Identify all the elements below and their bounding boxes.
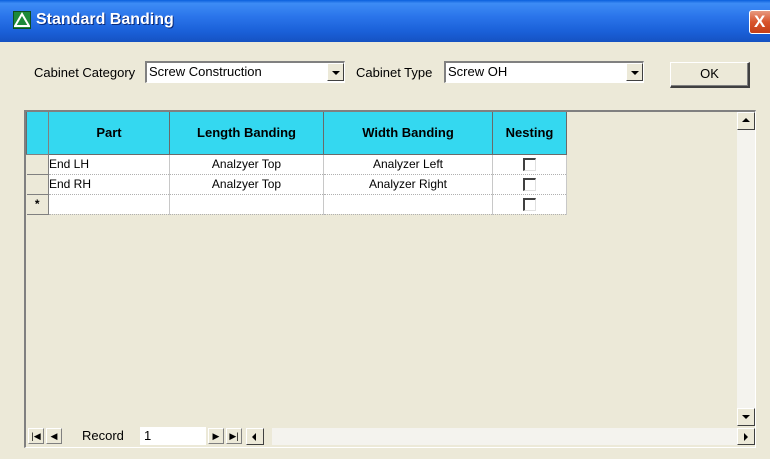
record-number-field[interactable]: 1	[140, 427, 206, 445]
cabinet-type-value: Screw OH	[448, 64, 508, 79]
record-selector[interactable]	[26, 174, 49, 195]
scroll-left-icon[interactable]	[246, 428, 264, 445]
cabinet-category-combo[interactable]: Screw Construction	[145, 61, 345, 83]
scroll-up-icon[interactable]	[737, 112, 755, 130]
cabinet-category-label: Cabinet Category	[34, 65, 136, 80]
length-banding-cell[interactable]	[169, 194, 324, 215]
width-banding-cell[interactable]: Analyzer Right	[323, 174, 493, 195]
record-navigation-bar: |◀ ◀ Record 1 ▶ ▶|	[26, 426, 755, 447]
nesting-cell	[492, 154, 567, 175]
column-header-nesting[interactable]: Nesting	[492, 112, 567, 155]
table-row[interactable]: End RH Analzyer Top Analyzer Right	[26, 174, 567, 195]
cabinet-type-label: Cabinet Type	[356, 65, 433, 80]
new-record-icon: *	[26, 194, 49, 215]
width-banding-cell[interactable]	[323, 194, 493, 215]
next-record-icon[interactable]: ▶	[208, 428, 224, 444]
cabinet-type-combo[interactable]: Screw OH	[444, 61, 644, 83]
chevron-down-icon[interactable]	[327, 63, 344, 81]
record-selector-header	[26, 112, 49, 155]
horizontal-scrollbar[interactable]	[246, 428, 755, 445]
ok-button[interactable]: OK	[670, 62, 750, 88]
column-header-width-banding[interactable]: Width Banding	[323, 112, 493, 155]
nesting-checkbox[interactable]	[523, 158, 536, 172]
last-record-icon[interactable]: ▶|	[226, 428, 242, 444]
table-row[interactable]: End LH Analzyer Top Analyzer Left	[26, 154, 567, 175]
banding-datasheet: Part Length Banding Width Banding Nestin…	[24, 110, 756, 448]
new-record-row[interactable]: *	[26, 194, 567, 215]
column-header-length-banding[interactable]: Length Banding	[169, 112, 324, 155]
part-cell[interactable]: End RH	[48, 174, 170, 195]
close-button[interactable]: X	[749, 10, 770, 34]
previous-record-icon[interactable]: ◀	[46, 428, 62, 444]
length-banding-cell[interactable]: Analzyer Top	[169, 154, 324, 175]
width-banding-cell[interactable]: Analyzer Left	[323, 154, 493, 175]
cabinet-category-value: Screw Construction	[149, 64, 262, 79]
first-record-icon[interactable]: |◀	[28, 428, 44, 444]
app-triangle-icon	[13, 11, 31, 29]
nesting-checkbox[interactable]	[523, 178, 536, 192]
record-selector[interactable]	[26, 154, 49, 175]
nesting-cell	[492, 194, 567, 215]
chevron-down-icon[interactable]	[626, 63, 643, 81]
part-cell[interactable]: End LH	[48, 154, 170, 175]
part-cell[interactable]	[48, 194, 170, 215]
vertical-scrollbar[interactable]	[737, 112, 755, 426]
close-icon: X	[754, 12, 766, 31]
banding-table: Part Length Banding Width Banding Nestin…	[26, 112, 567, 215]
title-bar: Standard Banding X	[0, 0, 770, 42]
record-label: Record	[82, 428, 124, 443]
scroll-down-icon[interactable]	[737, 408, 755, 426]
column-header-part[interactable]: Part	[48, 112, 170, 155]
length-banding-cell[interactable]: Analzyer Top	[169, 174, 324, 195]
window-title: Standard Banding	[36, 11, 174, 28]
nesting-checkbox[interactable]	[523, 198, 536, 212]
scroll-right-icon[interactable]	[737, 428, 755, 445]
nesting-cell	[492, 174, 567, 195]
